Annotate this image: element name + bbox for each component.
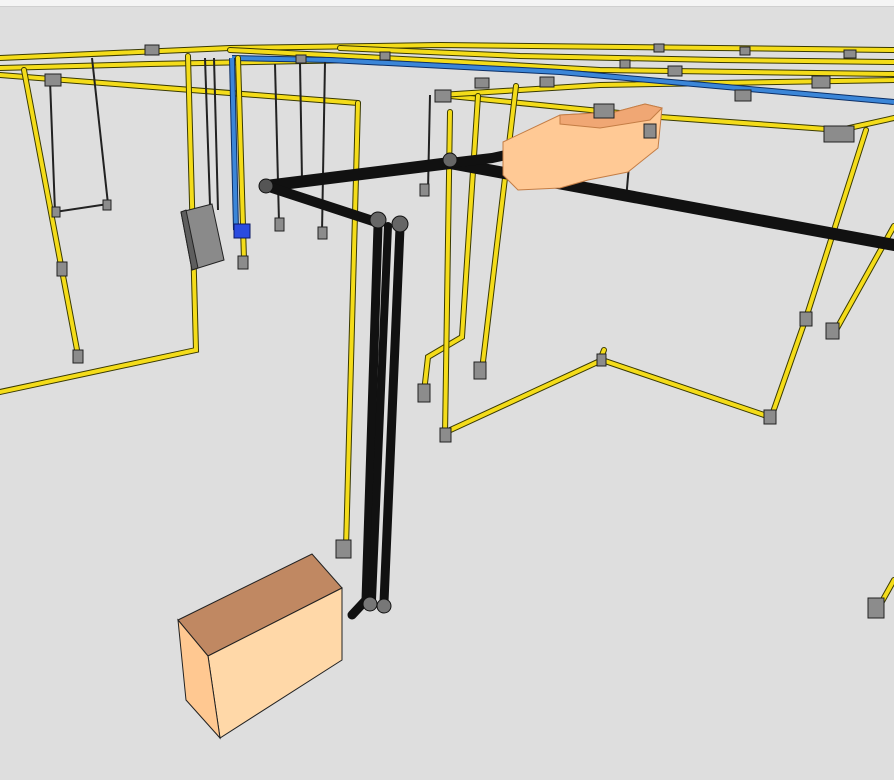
mep-model-scene[interactable] xyxy=(0,7,894,780)
pipe-fitting xyxy=(442,152,458,168)
pipe-fitting xyxy=(391,215,409,233)
3d-model-viewport[interactable] xyxy=(0,0,894,780)
pipe-fitting xyxy=(362,596,378,612)
pipe-fitting xyxy=(369,211,387,229)
small-blue-device xyxy=(233,223,251,239)
viewport-top-edge xyxy=(0,0,894,7)
pipe-fitting xyxy=(376,598,392,614)
pipe-fitting xyxy=(258,178,274,194)
